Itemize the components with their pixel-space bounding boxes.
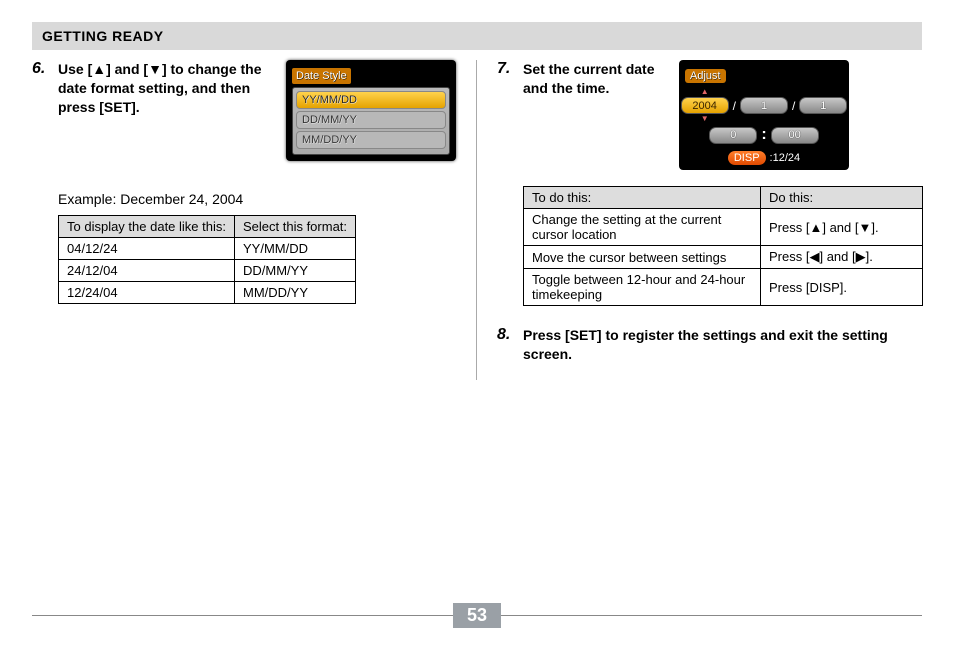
time-row: 0 : 00 [685, 126, 843, 144]
up-caret-icon: ▲ [701, 88, 709, 96]
page: GETTING READY 6. Use [] and [] to change… [0, 0, 954, 646]
down-arrow-icon [148, 61, 162, 77]
lcd: Adjust ▲ 2004 ▼ / 1 / 1 [679, 60, 849, 170]
lcd-option: DD/MM/YY [296, 111, 446, 129]
down-arrow-icon [858, 220, 871, 235]
table-cell: Change the setting at the current cursor… [524, 209, 761, 246]
disp-label: DISP [728, 151, 766, 165]
table-row: Toggle between 12-hour and 24-hour timek… [524, 269, 923, 306]
right-arrow-icon [856, 249, 866, 264]
step-7: 7. Set the current date and the time. Ad… [497, 60, 922, 170]
slash-separator: / [792, 99, 795, 113]
format-table: To display the date like this: Select th… [58, 215, 356, 304]
up-arrow-icon [92, 61, 106, 77]
text-part: ]. [871, 220, 878, 235]
example-text: Example: December 24, 2004 [58, 191, 456, 207]
step-number: 8. [497, 326, 523, 344]
columns: 6. Use [] and [] to change the date form… [32, 60, 922, 380]
hour-value: 0 [709, 127, 757, 144]
lcd-title: Date Style [292, 68, 351, 84]
lcd-option: MM/DD/YY [296, 131, 446, 149]
table-cell: Press [ ] and []. [761, 246, 923, 269]
step-text: Press [SET] to register the settings and… [523, 326, 922, 364]
lcd-title: Adjust [685, 69, 726, 83]
adjust-screen: Adjust ▲ 2004 ▼ / 1 / 1 [679, 60, 849, 170]
disp-row: DISP :12/24 [685, 148, 843, 166]
year-value: 2004 [681, 97, 729, 114]
table-cell: DD/MM/YY [234, 260, 355, 282]
day-value: 1 [799, 97, 847, 114]
slash-separator: / [733, 99, 736, 113]
table-row: Move the cursor between settings Press [… [524, 246, 923, 269]
table-cell: YY/MM/DD [234, 238, 355, 260]
table-cell: Press [DISP]. [761, 269, 923, 306]
text-part: ]. [866, 249, 873, 264]
text-part: Press [ [769, 220, 809, 235]
step-8: 8. Press [SET] to register the settings … [497, 326, 922, 364]
minute-value: 00 [771, 127, 819, 144]
left-column: 6. Use [] and [] to change the date form… [32, 60, 477, 380]
lcd-option-list: YY/MM/DD DD/MM/YY MM/DD/YY [292, 87, 450, 155]
year-field: ▲ 2004 ▼ [681, 88, 729, 123]
colon-separator: : [761, 126, 766, 144]
table-row: 12/24/04 MM/DD/YY [59, 282, 356, 304]
page-number: 53 [453, 603, 501, 628]
table-cell: MM/DD/YY [234, 282, 355, 304]
month-value: 1 [740, 97, 788, 114]
action-table: To do this: Do this: Change the setting … [523, 186, 923, 306]
table-row: 04/12/24 YY/MM/DD [59, 238, 356, 260]
table-header: Do this: [761, 187, 923, 209]
down-caret-icon: ▼ [701, 115, 709, 123]
right-column: 7. Set the current date and the time. Ad… [477, 60, 922, 380]
date-style-screen: Date Style YY/MM/DD DD/MM/YY MM/DD/YY [286, 60, 456, 161]
text-part: ] and [ [822, 220, 858, 235]
table-header: To display the date like this: [59, 216, 235, 238]
text-part: Press [ [769, 249, 809, 264]
table-row: Change the setting at the current cursor… [524, 209, 923, 246]
table-header: To do this: [524, 187, 761, 209]
table-cell: 12/24/04 [59, 282, 235, 304]
table-cell: Move the cursor between settings [524, 246, 761, 269]
step-text: Set the current date and the time. [523, 60, 679, 98]
text-part: ] and [ [819, 249, 855, 264]
table-cell: 24/12/04 [59, 260, 235, 282]
step-6: 6. Use [] and [] to change the date form… [32, 60, 456, 161]
date-row: ▲ 2004 ▼ / 1 / 1 [685, 88, 843, 123]
step-number: 6. [32, 60, 58, 78]
disp-value: :12/24 [770, 152, 801, 164]
step-number: 7. [497, 60, 523, 78]
step-text: Use [] and [] to change the date format … [58, 60, 286, 117]
table-cell: Toggle between 12-hour and 24-hour timek… [524, 269, 761, 306]
section-header: GETTING READY [32, 22, 922, 50]
table-cell: Press [ ] and []. [761, 209, 923, 246]
table-cell: 04/12/24 [59, 238, 235, 260]
left-arrow-icon [809, 249, 819, 264]
table-row: 24/12/04 DD/MM/YY [59, 260, 356, 282]
text-part: ] and [ [106, 61, 148, 77]
lcd-option-selected: YY/MM/DD [296, 91, 446, 109]
text-part: Use [ [58, 61, 92, 77]
lcd: Date Style YY/MM/DD DD/MM/YY MM/DD/YY [286, 60, 456, 161]
up-arrow-icon [809, 220, 822, 235]
table-header: Select this format: [234, 216, 355, 238]
